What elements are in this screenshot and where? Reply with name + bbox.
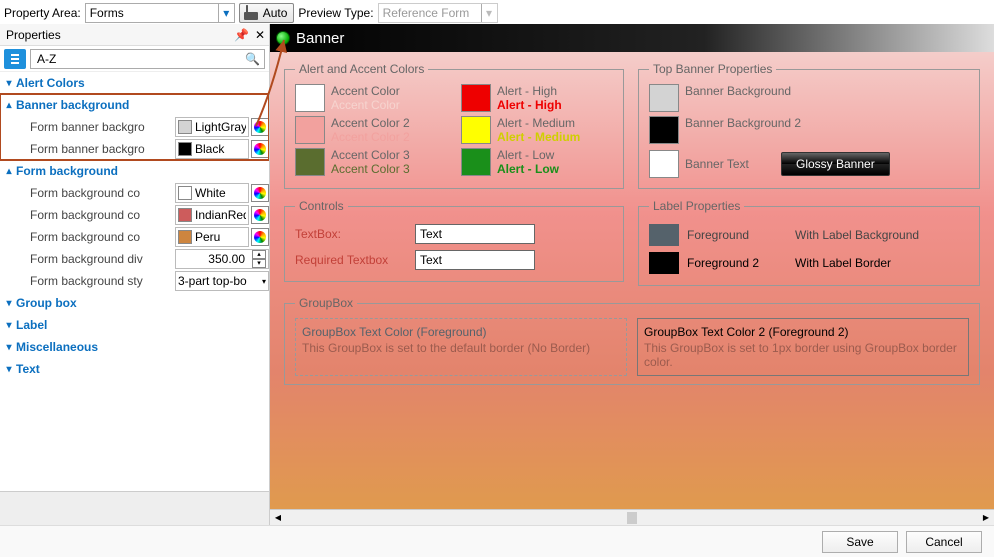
preview-type-label: Preview Type: — [298, 6, 373, 20]
save-button[interactable]: Save — [822, 531, 898, 553]
groupbox-preview-2: GroupBox Text Color 2 (Foreground 2) Thi… — [637, 318, 969, 376]
cat-text[interactable]: ▾Text — [0, 358, 269, 380]
fieldset-controls: Controls TextBox: Required Textbox — [284, 199, 624, 282]
combo-editor[interactable]: 3-part top-bo▾ — [175, 271, 269, 291]
color-editor[interactable]: White — [175, 183, 249, 203]
prop-row[interactable]: Form background co White — [0, 182, 269, 204]
banner-title: Banner — [296, 30, 344, 47]
lock-icon — [246, 5, 248, 20]
cat-alert[interactable]: ▾Alert Colors — [0, 72, 269, 94]
chevron-down-icon: ▾ — [481, 4, 497, 22]
filter-input[interactable] — [35, 51, 245, 67]
groupbox-preview-1: GroupBox Text Color (Foreground) This Gr… — [295, 318, 627, 376]
color-picker-button[interactable] — [251, 118, 269, 136]
preview-type-combo: Reference Form ▾ — [378, 3, 498, 23]
sort-az-button[interactable] — [4, 49, 26, 69]
filter-search[interactable]: 🔍 — [30, 49, 265, 69]
prop-row[interactable]: Form background sty 3-part top-bo▾ — [0, 270, 269, 292]
color-picker-button[interactable] — [251, 184, 269, 202]
fieldset-label-props: Label Properties ForegroundWith Label Ba… — [638, 199, 980, 286]
color-picker-button[interactable] — [251, 206, 269, 224]
panel-footer — [0, 491, 269, 525]
preview-area: Banner Alert and Accent Colors Accent Co… — [270, 24, 994, 525]
scroll-thumb[interactable] — [627, 512, 637, 524]
banner-bg-highlight-region: ▴Banner background Form banner backgro L… — [0, 94, 269, 160]
prop-row[interactable]: Form banner backgro LightGray — [0, 116, 269, 138]
cat-label[interactable]: ▾Label — [0, 314, 269, 336]
fieldset-groupbox: GroupBox GroupBox Text Color (Foreground… — [284, 296, 980, 385]
fieldset-banner-props: Top Banner Properties Banner Background … — [638, 62, 980, 189]
color-picker-button[interactable] — [251, 228, 269, 246]
properties-panel: Properties 📌 ✕ 🔍 ▾Alert Colors ▴Banner b… — [0, 24, 270, 525]
chevron-down-icon[interactable]: ▾ — [262, 277, 266, 286]
horizontal-scrollbar[interactable]: ◀ ▶ — [270, 509, 994, 525]
panel-title: Properties — [6, 28, 61, 42]
cat-banner-bg[interactable]: ▴Banner background — [0, 94, 269, 116]
preview-req-textbox[interactable] — [415, 250, 535, 270]
color-editor[interactable]: Black — [175, 139, 249, 159]
color-editor[interactable]: IndianRed — [175, 205, 249, 225]
cat-form-bg[interactable]: ▴Form background — [0, 160, 269, 182]
pin-icon[interactable]: 📌 — [234, 28, 249, 42]
form-banner: Banner — [270, 24, 994, 52]
form-body: Alert and Accent Colors Accent ColorAcce… — [270, 52, 994, 509]
cat-groupbox[interactable]: ▾Group box — [0, 292, 269, 314]
prop-row[interactable]: Form background co Peru — [0, 226, 269, 248]
prop-row[interactable]: Form banner backgro Black — [0, 138, 269, 160]
scroll-left-icon[interactable]: ◀ — [270, 513, 286, 522]
close-icon[interactable]: ✕ — [255, 28, 265, 42]
color-editor[interactable]: Peru — [175, 227, 249, 247]
status-dot-icon — [276, 31, 290, 45]
auto-button[interactable]: Auto — [239, 3, 295, 23]
chevron-down-icon[interactable]: ▾ — [218, 4, 234, 22]
fieldset-alert: Alert and Accent Colors Accent ColorAcce… — [284, 62, 624, 189]
numeric-editor[interactable]: 350.00▴▾ — [175, 249, 269, 269]
prop-row[interactable]: Form background div 350.00▴▾ — [0, 248, 269, 270]
dialog-footer: Save Cancel — [0, 525, 994, 557]
color-picker-button[interactable] — [251, 140, 269, 158]
search-icon[interactable]: 🔍 — [245, 52, 260, 66]
preview-type-group: Preview Type: Reference Form ▾ — [298, 3, 497, 23]
prop-row[interactable]: Form background co IndianRed — [0, 204, 269, 226]
preview-textbox[interactable] — [415, 224, 535, 244]
cat-misc[interactable]: ▾Miscellaneous — [0, 336, 269, 358]
toolbar: Property Area: Forms ▾ Auto Preview Type… — [0, 0, 994, 24]
spinner[interactable]: ▴▾ — [252, 250, 266, 268]
property-tree[interactable]: ▾Alert Colors ▴Banner background Form ba… — [0, 72, 269, 491]
property-area-combo[interactable]: Forms ▾ — [85, 3, 235, 23]
property-area-label: Property Area: — [4, 6, 81, 20]
scroll-right-icon[interactable]: ▶ — [978, 513, 994, 522]
glossy-banner-button[interactable]: Glossy Banner — [781, 152, 890, 176]
color-editor[interactable]: LightGray — [175, 117, 249, 137]
cancel-button[interactable]: Cancel — [906, 531, 982, 553]
